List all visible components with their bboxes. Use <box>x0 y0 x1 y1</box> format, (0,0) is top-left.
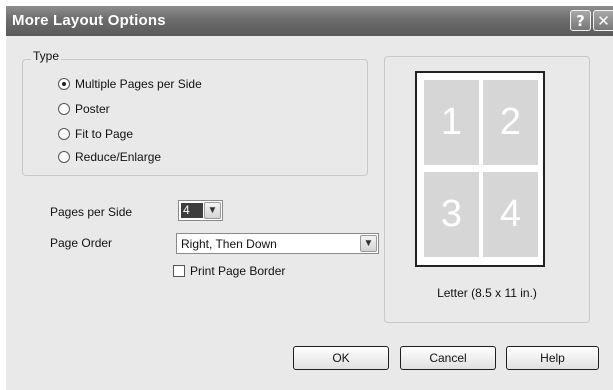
radio-button[interactable] <box>58 103 70 115</box>
radio-fit-to-page[interactable]: Fit to Page <box>58 125 133 143</box>
radio-label: Poster <box>75 102 110 116</box>
paper-size-label: Letter (8.5 x 11 in.) <box>437 286 537 300</box>
radio-label: Fit to Page <box>75 127 134 141</box>
dialog-title: More Layout Options <box>12 12 166 29</box>
ok-button[interactable]: OK <box>293 346 389 370</box>
type-group-label: Type <box>31 49 62 63</box>
pages-per-side-label: Pages per Side <box>50 205 133 219</box>
preview-cell-2: 2 <box>483 80 538 165</box>
radio-poster[interactable]: Poster <box>58 100 110 118</box>
radio-reduce-enlarge[interactable]: Reduce/Enlarge <box>58 148 161 166</box>
radio-multiple-pages-per-side[interactable]: Multiple Pages per Side <box>58 75 202 93</box>
radio-button[interactable] <box>58 78 70 90</box>
page-preview: 1 2 3 4 <box>415 71 545 267</box>
help-titlebar-button[interactable]: ? <box>570 10 591 31</box>
preview-cell-3: 3 <box>424 172 479 257</box>
title-bar[interactable]: More Layout Options ? ✕ <box>6 6 613 36</box>
radio-button[interactable] <box>58 128 70 140</box>
preview-cell-1: 1 <box>424 80 479 165</box>
page-order-label: Page Order <box>50 236 113 250</box>
radio-button[interactable] <box>58 151 70 163</box>
radio-label: Reduce/Enlarge <box>75 150 162 164</box>
page-order-select[interactable]: Right, Then Down ▼ <box>176 233 379 254</box>
chevron-down-icon[interactable]: ▼ <box>360 235 377 252</box>
chevron-down-icon[interactable]: ▼ <box>204 202 221 219</box>
print-page-border-checkbox[interactable] <box>173 265 185 277</box>
preview-cell-4: 4 <box>483 172 538 257</box>
print-page-border-label: Print Page Border <box>190 264 286 278</box>
close-button[interactable]: ✕ <box>593 10 613 31</box>
pages-per-side-select[interactable]: 4 ▼ <box>178 200 223 221</box>
pages-per-side-value: 4 <box>181 203 203 218</box>
radio-label: Multiple Pages per Side <box>75 77 202 91</box>
cancel-button[interactable]: Cancel <box>400 346 496 370</box>
page-order-value: Right, Then Down <box>181 237 277 251</box>
print-page-border-option[interactable]: Print Page Border <box>173 264 285 278</box>
help-button[interactable]: Help <box>506 346 599 370</box>
